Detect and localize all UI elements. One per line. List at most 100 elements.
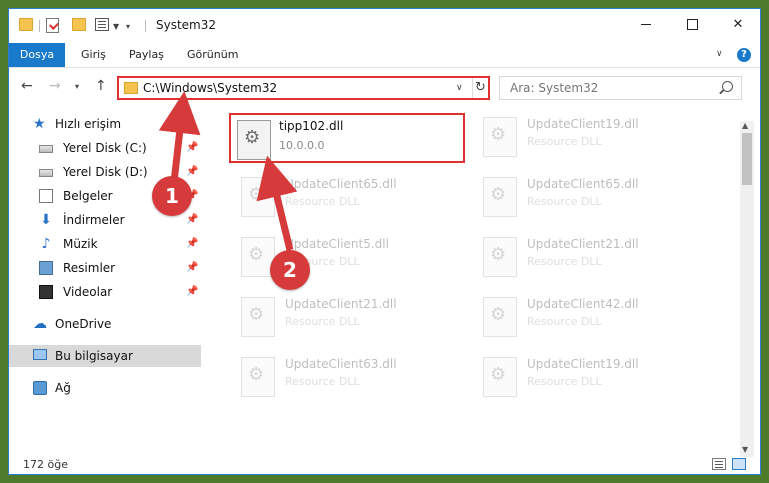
sidebar-item-label: Yerel Disk (C:) — [63, 141, 147, 155]
sidebar-item-videos[interactable]: Videolar 📌 — [9, 281, 201, 303]
file-name: UpdateClient19.dll — [527, 117, 639, 131]
scroll-up-icon[interactable]: ▲ — [742, 121, 748, 130]
cloud-icon: ☁ — [33, 316, 47, 332]
up-arrow-icon[interactable]: ↑ — [95, 78, 107, 94]
new-folder-icon[interactable] — [72, 18, 86, 31]
file-tile[interactable]: UpdateClient42.dll Resource DLL — [459, 291, 695, 341]
file-description: Resource DLL — [527, 315, 602, 328]
dll-file-icon — [483, 357, 517, 397]
download-icon: ⬇ — [40, 212, 52, 228]
file-name: UpdateClient42.dll — [527, 297, 639, 311]
sidebar-item-label: Hızlı erişim — [55, 117, 122, 131]
chevron-down-icon[interactable]: ▼ — [113, 22, 119, 31]
back-arrow-icon[interactable]: ← — [21, 78, 33, 94]
search-input[interactable]: Ara: System32 — [510, 81, 598, 95]
file-tile-tipp102[interactable]: tipp102.dll 10.0.0.0 — [229, 113, 465, 163]
dll-file-icon — [483, 177, 517, 217]
properties-icon[interactable] — [46, 18, 59, 33]
dll-file-icon — [483, 117, 517, 157]
file-tile[interactable]: UpdateClient19.dll Resource DLL — [459, 111, 695, 161]
address-path[interactable]: C:\Windows\System32 — [143, 81, 277, 95]
scrollbar-thumb[interactable] — [742, 133, 752, 185]
scroll-down-icon[interactable]: ▼ — [742, 445, 748, 454]
drive-icon — [39, 169, 53, 177]
tiles-view-icon[interactable] — [732, 458, 746, 470]
file-name: UpdateClient19.dll — [527, 357, 639, 371]
callout-step-1: 1 — [152, 176, 192, 216]
divider — [145, 20, 146, 32]
refresh-icon[interactable]: ↻ — [472, 78, 488, 98]
address-bar[interactable]: C:\Windows\System32 ∨ ↻ — [117, 76, 490, 100]
sidebar-item-music[interactable]: ♪ Müzik 📌 — [9, 233, 201, 255]
sidebar-item-local-disk-c[interactable]: Yerel Disk (C:) 📌 — [9, 137, 201, 159]
dll-file-icon — [483, 297, 517, 337]
file-description: Resource DLL — [527, 195, 602, 208]
details-view-icon[interactable] — [712, 458, 726, 470]
sidebar-item-quick-access[interactable]: ★ Hızlı erişim — [9, 113, 201, 135]
file-name: UpdateClient21.dll — [527, 237, 639, 251]
file-description: Resource DLL — [527, 255, 602, 268]
documents-icon — [39, 189, 53, 203]
sidebar-item-network[interactable]: Ağ — [9, 377, 201, 399]
file-name: UpdateClient5.dll — [285, 237, 389, 251]
chevron-down-icon[interactable]: ∨ — [456, 83, 463, 93]
file-tile[interactable]: UpdateClient19.dll Resource DLL — [459, 351, 695, 401]
drive-icon — [39, 145, 53, 153]
sidebar-item-label: Videolar — [63, 285, 113, 299]
folder-icon — [19, 18, 33, 31]
sidebar-item-label: OneDrive — [55, 317, 112, 331]
customize-toolbar-icon[interactable]: ▾ — [126, 22, 130, 31]
search-icon[interactable] — [722, 81, 733, 92]
file-tile[interactable]: UpdateClient21.dll Resource DLL — [217, 291, 453, 341]
sidebar-item-label: Belgeler — [63, 189, 113, 203]
music-icon: ♪ — [41, 236, 51, 252]
maximize-button[interactable] — [669, 9, 715, 39]
file-tile[interactable]: UpdateClient63.dll Resource DLL — [217, 351, 453, 401]
help-icon[interactable]: ? — [737, 48, 751, 62]
folder-icon — [124, 82, 138, 94]
search-box[interactable]: Ara: System32 — [499, 76, 742, 100]
forward-arrow-icon[interactable]: → — [49, 78, 61, 94]
file-description: Resource DLL — [285, 195, 360, 208]
computer-icon — [33, 349, 47, 360]
vertical-scrollbar[interactable]: ▲ ▼ — [740, 121, 754, 457]
minimize-button[interactable] — [623, 9, 669, 39]
recent-locations-icon[interactable]: ▾ — [75, 82, 79, 91]
file-tile[interactable]: UpdateClient65.dll Resource DLL — [459, 171, 695, 221]
file-description: Resource DLL — [527, 375, 602, 388]
dll-file-icon — [241, 177, 275, 217]
file-name: tipp102.dll — [279, 119, 344, 133]
file-tile[interactable]: UpdateClient65.dll Resource DLL — [217, 171, 453, 221]
pin-icon: 📌 — [186, 214, 199, 225]
sidebar-item-label: Bu bilgisayar — [55, 349, 133, 363]
chevron-down-icon[interactable]: ∨ — [716, 49, 723, 59]
file-name: UpdateClient21.dll — [285, 297, 397, 311]
sidebar-item-this-pc[interactable]: Bu bilgisayar — [9, 345, 201, 367]
pin-icon: 📌 — [186, 142, 199, 153]
sidebar-item-pictures[interactable]: Resimler 📌 — [9, 257, 201, 279]
tab-share[interactable]: Paylaş — [119, 43, 174, 67]
navigation-bar: ← → ▾ ↑ C:\Windows\System32 ∨ ↻ Ara: Sys… — [9, 73, 760, 101]
file-tile[interactable]: UpdateClient5.dll Resource DLL — [217, 231, 453, 281]
file-tile[interactable]: UpdateClient21.dll Resource DLL — [459, 231, 695, 281]
window-title: System32 — [156, 18, 217, 32]
sidebar-item-onedrive[interactable]: ☁ OneDrive — [9, 313, 201, 335]
pin-icon: 📌 — [186, 166, 199, 177]
tab-home[interactable]: Giriş — [71, 43, 116, 67]
ribbon: Dosya Giriş Paylaş Görünüm ∨ ? — [9, 43, 760, 68]
sidebar-item-label: Ağ — [55, 381, 71, 395]
file-name: UpdateClient63.dll — [285, 357, 397, 371]
title-bar: ▼ ▾ System32 — [9, 9, 760, 43]
pictures-icon — [39, 261, 53, 275]
video-icon — [39, 285, 53, 299]
pin-icon: 📌 — [186, 286, 199, 297]
close-button[interactable] — [715, 9, 761, 39]
file-description: Resource DLL — [285, 315, 360, 328]
status-bar: 172 öğe — [9, 454, 760, 474]
file-description: Resource DLL — [285, 375, 360, 388]
view-icon[interactable] — [95, 18, 109, 31]
tab-file[interactable]: Dosya — [9, 43, 65, 67]
tab-view[interactable]: Görünüm — [177, 43, 248, 67]
file-name: UpdateClient65.dll — [285, 177, 397, 191]
sidebar-item-label: İndirmeler — [63, 213, 125, 227]
